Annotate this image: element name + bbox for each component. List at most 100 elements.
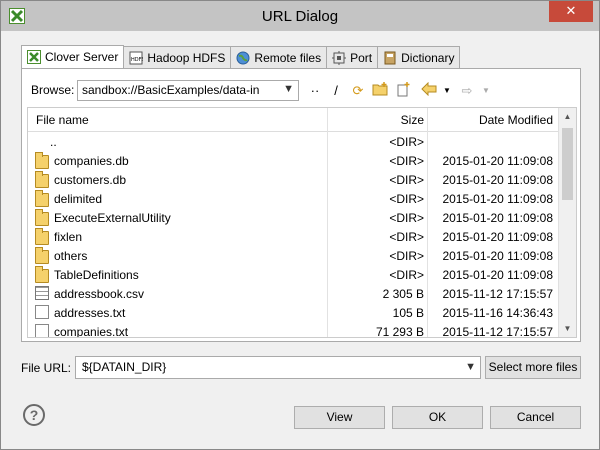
tab-label: Remote files	[254, 50, 322, 65]
browse-label: Browse:	[31, 83, 75, 97]
vertical-scrollbar[interactable]: ▲ ▼	[558, 108, 576, 337]
file-date: 2015-11-16 14:36:43	[442, 306, 553, 320]
root-dir-button[interactable]: /	[327, 82, 345, 100]
port-icon	[332, 50, 347, 65]
new-folder-icon[interactable]	[371, 82, 389, 100]
chevron-down-icon[interactable]: ▼	[283, 83, 294, 95]
chevron-down-icon[interactable]: ▼	[465, 361, 476, 373]
file-date: 2015-01-20 11:09:08	[442, 154, 553, 168]
tab-hadoop-hdfs[interactable]: HDFS Hadoop HDFS	[123, 46, 232, 68]
tab-label: Dictionary	[401, 50, 455, 65]
browse-row: Browse: sandbox://BasicExamples/data-in …	[22, 77, 580, 101]
file-name: delimited	[54, 192, 103, 206]
folder-icon	[35, 152, 49, 169]
file-name: TableDefinitions	[54, 268, 139, 282]
file-name: ..	[50, 135, 57, 149]
tab-label: Hadoop HDFS	[147, 50, 226, 65]
file-name: companies.txt	[54, 325, 129, 338]
table-row[interactable]: companies.db <DIR> 2015-01-20 11:09:08	[28, 151, 559, 170]
clover-server-icon	[27, 50, 41, 64]
file-name: customers.db	[54, 173, 127, 187]
new-file-icon[interactable]	[394, 82, 412, 100]
table-row[interactable]: companies.txt 71 293 B 2015-11-12 17:15:…	[28, 322, 559, 338]
file-date: 2015-01-20 11:09:08	[442, 192, 553, 206]
globe-icon	[236, 51, 250, 65]
table-row[interactable]: .. <DIR>	[28, 132, 559, 151]
tab-label: Clover Server	[45, 50, 119, 64]
dictionary-icon	[383, 51, 397, 65]
back-arrow-icon[interactable]	[420, 81, 438, 100]
file-url-combo[interactable]: ${DATAIN_DIR} ▼	[75, 356, 481, 379]
text-file-icon	[35, 324, 49, 337]
title-bar[interactable]: URL Dialog ✕	[1, 1, 599, 31]
ok-button[interactable]: OK	[392, 406, 483, 429]
column-header-size[interactable]: Size	[401, 113, 424, 127]
table-row[interactable]: delimited <DIR> 2015-01-20 11:09:08	[28, 189, 559, 208]
file-size: <DIR>	[389, 135, 424, 149]
tab-remote-files[interactable]: Remote files	[230, 46, 328, 68]
table-body: .. <DIR> companies.db <DIR> 2015-01-20 1…	[28, 132, 559, 338]
file-name: ExecuteExternalUtility	[54, 211, 171, 225]
select-more-files-button[interactable]: Select more files	[485, 356, 581, 379]
folder-icon	[35, 171, 49, 188]
scroll-down-icon[interactable]: ▼	[559, 320, 576, 337]
cancel-button[interactable]: Cancel	[490, 406, 581, 429]
file-name: addressbook.csv	[54, 287, 145, 301]
column-header-file-name[interactable]: File name	[36, 113, 89, 127]
forward-arrow-icon[interactable]: ⇨	[458, 82, 476, 100]
file-url-value: ${DATAIN_DIR}	[82, 360, 167, 374]
tab-port[interactable]: Port	[326, 46, 379, 68]
table-header: File name Size Date Modified	[28, 108, 559, 132]
tab-clover-server[interactable]: Clover Server	[21, 45, 125, 68]
table-row[interactable]: addresses.txt 105 B 2015-11-16 14:36:43	[28, 303, 559, 322]
file-date: 2015-01-20 11:09:08	[442, 211, 553, 225]
file-size: <DIR>	[389, 154, 424, 168]
forward-history-chevron-icon[interactable]: ▼	[477, 82, 495, 100]
file-date: 2015-11-12 17:15:57	[442, 287, 553, 301]
file-size: 105 B	[392, 306, 424, 320]
file-size: 71 293 B	[375, 325, 424, 338]
file-name: companies.db	[54, 154, 129, 168]
file-date: 2015-01-20 11:09:08	[442, 268, 553, 282]
browse-path-value: sandbox://BasicExamples/data-in	[82, 83, 260, 97]
file-size: <DIR>	[389, 268, 424, 282]
folder-icon	[35, 266, 49, 283]
file-date: 2015-01-20 11:09:08	[442, 230, 553, 244]
table-row[interactable]: ExecuteExternalUtility <DIR> 2015-01-20 …	[28, 208, 559, 227]
folder-icon	[35, 190, 49, 207]
browse-path-combo[interactable]: sandbox://BasicExamples/data-in ▼	[77, 80, 299, 101]
file-date: 2015-01-20 11:09:08	[442, 249, 553, 263]
tab-bar: Clover Server HDFS Hadoop HDFS Remote fi…	[21, 45, 461, 68]
view-button[interactable]: View	[294, 406, 385, 429]
scrollbar-thumb[interactable]	[562, 128, 573, 200]
clover-server-panel: Browse: sandbox://BasicExamples/data-in …	[21, 68, 581, 342]
file-size: <DIR>	[389, 230, 424, 244]
tab-label: Port	[350, 50, 373, 65]
file-size: <DIR>	[389, 211, 424, 225]
file-size: <DIR>	[389, 173, 424, 187]
close-button[interactable]: ✕	[549, 1, 593, 22]
folder-icon	[35, 247, 49, 264]
file-date: 2015-11-12 17:15:57	[442, 325, 553, 338]
text-file-icon	[35, 305, 49, 319]
tab-dictionary[interactable]: Dictionary	[377, 46, 461, 68]
file-name: addresses.txt	[54, 306, 126, 320]
parent-dir-button[interactable]: ··	[306, 82, 324, 100]
table-row[interactable]: addressbook.csv 2 305 B 2015-11-12 17:15…	[28, 284, 559, 303]
table-row[interactable]: customers.db <DIR> 2015-01-20 11:09:08	[28, 170, 559, 189]
scroll-up-icon[interactable]: ▲	[559, 108, 576, 125]
back-history-chevron-icon[interactable]: ▼	[438, 82, 456, 100]
refresh-icon[interactable]: ⟳	[349, 82, 367, 100]
column-header-date-modified[interactable]: Date Modified	[479, 113, 553, 127]
table-row[interactable]: others <DIR> 2015-01-20 11:09:08	[28, 246, 559, 265]
file-size: 2 305 B	[382, 287, 424, 301]
file-date: 2015-01-20 11:09:08	[442, 173, 553, 187]
svg-text:HDFS: HDFS	[131, 57, 143, 63]
window-title: URL Dialog	[261, 8, 339, 25]
help-icon[interactable]: ?	[23, 404, 45, 426]
table-row[interactable]: fixlen <DIR> 2015-01-20 11:09:08	[28, 227, 559, 246]
file-table: File name Size Date Modified .. <DIR> co…	[27, 107, 577, 338]
file-name: fixlen	[54, 230, 83, 244]
file-name: others	[54, 249, 88, 263]
table-row[interactable]: TableDefinitions <DIR> 2015-01-20 11:09:…	[28, 265, 559, 284]
